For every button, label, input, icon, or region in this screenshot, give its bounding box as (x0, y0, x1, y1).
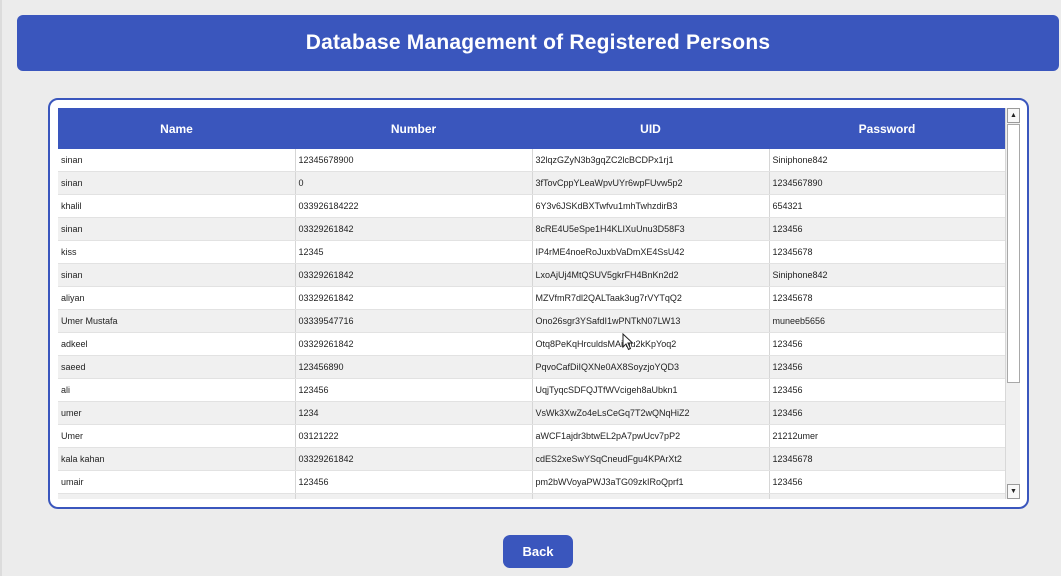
cell-empty (769, 493, 1005, 499)
cell-name: saeed (58, 355, 296, 379)
header-banner: Database Management of Registered Person… (17, 15, 1059, 71)
table-scroll-area[interactable]: Name Number UID Password sinan 1234567890… (58, 108, 1005, 499)
cell-password: 21212umer (769, 424, 1005, 448)
table-row[interactable]: sinan 0 3fTovCppYLeaWpvUYr6wpFUvw5p2 123456… (58, 171, 1005, 195)
cell-number: 03339547716 (295, 309, 533, 333)
back-button[interactable]: Back (503, 535, 573, 568)
cell-uid: IP4rME4noeRoJuxbVaDmXE4SsU42 (532, 240, 770, 264)
cell-number: 123456 (295, 470, 533, 494)
table-row[interactable]: sinan 03329261842 LxoAjUj4MtQSUV5gkrFH4BnK… (58, 263, 1005, 287)
cell-number: 03329261842 (295, 332, 533, 356)
cell-password: 12345678 (769, 286, 1005, 310)
cell-name: sinan (58, 263, 296, 287)
table-row[interactable]: aliyan 03329261842 MZVfmR7dl2QALTaak3ug7rV… (58, 286, 1005, 310)
table-row[interactable]: adkeel 03329261842 Otq8PeKqHrculdsMAi hu2k… (58, 332, 1005, 356)
table-row[interactable]: umer 1234 VsWk3XwZo4eLsCeGq7T2wQNqHiZ2 1234… (58, 401, 1005, 425)
cell-name: khalil (58, 194, 296, 218)
cell-number: 033926184222 (295, 194, 533, 218)
column-header-uid[interactable]: UID (532, 108, 769, 149)
mouse-pointer-icon (622, 333, 634, 351)
table-row[interactable]: saeed 123456890 PqvoCafDiIQXNe0AX8SoyzjoYQ… (58, 355, 1005, 379)
cell-empty (58, 493, 296, 499)
cell-name: kala kahan (58, 447, 296, 471)
cell-uid: pm2bWVoyaPWJ3aTG09zkIRoQprf1 (532, 470, 770, 494)
column-header-name[interactable]: Name (58, 108, 295, 149)
cell-uid: Ono26sgr3YSafdI1wPNTkN07LW13 (532, 309, 770, 333)
cell-name: ali (58, 378, 296, 402)
column-header-number[interactable]: Number (295, 108, 532, 149)
table-row[interactable]: Umer Mustafa 03339547716 Ono26sgr3YSafdI1w… (58, 309, 1005, 333)
persons-table: Name Number UID Password sinan 1234567890… (58, 108, 1005, 499)
cell-number: 0 (295, 171, 533, 195)
cell-password: 12345678 (769, 447, 1005, 471)
table-row[interactable]: sinan 03329261842 8cRE4U5eSpe1H4KLIXuUnu3D… (58, 217, 1005, 241)
cell-number: 03329261842 (295, 447, 533, 471)
cell-uid: UqjTyqcSDFQJTfWVcigeh8aUbkn1 (532, 378, 770, 402)
cell-name: aliyan (58, 286, 296, 310)
scroll-up-button[interactable]: ▲ (1007, 108, 1020, 123)
table-row[interactable]: umair 123456 pm2bWVoyaPWJ3aTG09zkIRoQprf1 1… (58, 470, 1005, 494)
cell-name: sinan (58, 217, 296, 241)
cell-name: umer (58, 401, 296, 425)
cell-uid: aWCF1ajdr3btwEL2pA7pwUcv7pP2 (532, 424, 770, 448)
scroll-down-button[interactable]: ▼ (1007, 484, 1020, 499)
cell-password: 123456 (769, 217, 1005, 241)
cell-password: 123456 (769, 378, 1005, 402)
cell-password: 1234567890 (769, 171, 1005, 195)
cell-name: Umer (58, 424, 296, 448)
table-frame: Name Number UID Password sinan 1234567890… (48, 98, 1029, 509)
table-body: sinan 12345678900 32lqzGZyN3b3gqZC2lcBCDPx… (58, 149, 1005, 499)
window-edge (0, 0, 2, 576)
cell-name: umair (58, 470, 296, 494)
cell-password: muneeb5656 (769, 309, 1005, 333)
cell-number: 123456 (295, 378, 533, 402)
table-row[interactable]: kiss 12345 IP4rME4noeRoJuxbVaDmXE4SsU42 123… (58, 240, 1005, 264)
cell-password: 123456 (769, 355, 1005, 379)
cell-password: 12345678 (769, 240, 1005, 264)
cell-uid: Otq8PeKqHrculdsMAi hu2kKpYoq2 (532, 332, 770, 356)
table-row-partial (58, 493, 1005, 499)
cell-number: 03121222 (295, 424, 533, 448)
cell-uid: LxoAjUj4MtQSUV5gkrFH4BnKn2d2 (532, 263, 770, 287)
table-row[interactable]: kala kahan 03329261842 cdES2xeSwYSqCneudFg… (58, 447, 1005, 471)
cell-uid: PqvoCafDiIQXNe0AX8SoyzjoYQD3 (532, 355, 770, 379)
cell-password: Siniphone842 (769, 263, 1005, 287)
cell-number: 12345 (295, 240, 533, 264)
page-title: Database Management of Registered Person… (305, 31, 771, 54)
cell-name: kiss (58, 240, 296, 264)
column-header-password[interactable]: Password (769, 108, 1005, 149)
table-row[interactable]: Umer 03121222 aWCF1ajdr3btwEL2pA7pwUcv7pP2… (58, 424, 1005, 448)
cell-name: sinan (58, 171, 296, 195)
cell-empty (532, 493, 770, 499)
table-header-row: Name Number UID Password (58, 108, 1005, 149)
cell-password: 123456 (769, 470, 1005, 494)
cell-number: 123456890 (295, 355, 533, 379)
cell-name: adkeel (58, 332, 296, 356)
cell-number: 03329261842 (295, 217, 533, 241)
vertical-scrollbar[interactable]: ▲ ▼ (1005, 108, 1020, 499)
cell-name: Umer Mustafa (58, 309, 296, 333)
cell-number: 1234 (295, 401, 533, 425)
table-row[interactable]: khalil 033926184222 6Y3v6JSKdBXTwfvu1mhTwh… (58, 194, 1005, 218)
cell-number: 03329261842 (295, 263, 533, 287)
cell-uid: MZVfmR7dl2QALTaak3ug7rVYTqQ2 (532, 286, 770, 310)
cell-password: 123456 (769, 332, 1005, 356)
table-row[interactable]: ali 123456 UqjTyqcSDFQJTfWVcigeh8aUbkn1 123… (58, 378, 1005, 402)
cell-uid: 8cRE4U5eSpe1H4KLIXuUnu3D58F3 (532, 217, 770, 241)
cell-uid: 3fTovCppYLeaWpvUYr6wpFUvw5p2 (532, 171, 770, 195)
scrollbar-thumb[interactable] (1007, 124, 1020, 383)
cell-uid: VsWk3XwZo4eLsCeGq7T2wQNqHiZ2 (532, 401, 770, 425)
cell-uid: 32lqzGZyN3b3gqZC2lcBCDPx1rj1 (532, 149, 770, 172)
cell-password: 123456 (769, 401, 1005, 425)
cell-password: Siniphone842 (769, 149, 1005, 172)
cell-number: 03329261842 (295, 286, 533, 310)
cell-empty (295, 493, 533, 499)
cell-name: sinan (58, 149, 296, 172)
cell-password: 654321 (769, 194, 1005, 218)
table-row[interactable]: sinan 12345678900 32lqzGZyN3b3gqZC2lcBCDPx… (58, 149, 1005, 172)
cell-uid: 6Y3v6JSKdBXTwfvu1mhTwhzdirB3 (532, 194, 770, 218)
cell-uid: cdES2xeSwYSqCneudFgu4KPArXt2 (532, 447, 770, 471)
cell-number: 12345678900 (295, 149, 533, 172)
